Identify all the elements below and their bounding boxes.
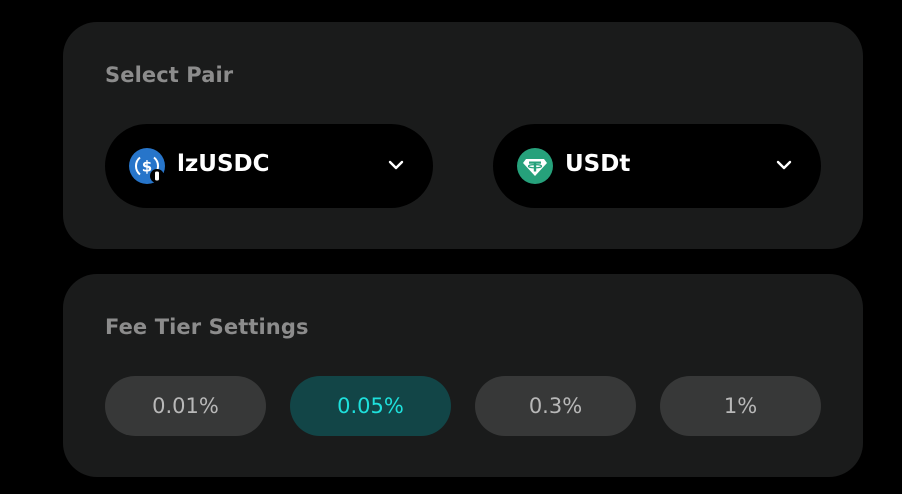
select-pair-title: Select Pair	[105, 63, 234, 87]
token-b-symbol: USDt	[565, 151, 631, 177]
fee-tier-card: Fee Tier Settings 0.01% 0.05% 0.3% 1%	[63, 274, 863, 477]
fee-tier-option[interactable]: 0.01%	[105, 376, 266, 436]
chevron-down-icon	[388, 160, 404, 170]
svg-text:$: $	[142, 158, 152, 176]
chevron-down-icon	[776, 160, 792, 170]
fee-tier-option[interactable]: 1%	[660, 376, 821, 436]
fee-tier-title: Fee Tier Settings	[105, 315, 309, 339]
token-a-symbol: lzUSDC	[177, 151, 270, 177]
token-a-select[interactable]: $ lzUSDC	[105, 124, 433, 208]
select-pair-card: Select Pair $ lzUSDC USDt	[63, 22, 863, 249]
fee-tier-option-selected[interactable]: 0.05%	[290, 376, 451, 436]
tether-icon	[517, 148, 553, 184]
usdc-bridged-icon: $	[129, 148, 165, 184]
fee-tier-option[interactable]: 0.3%	[475, 376, 636, 436]
token-b-select[interactable]: USDt	[493, 124, 821, 208]
